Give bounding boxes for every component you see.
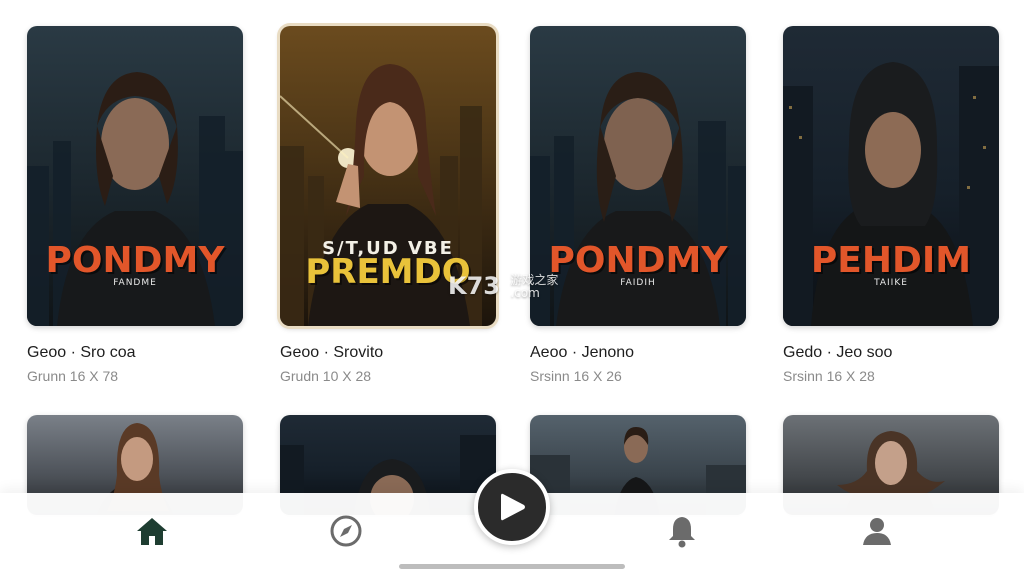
play-icon — [501, 493, 525, 521]
nav-explore[interactable] — [326, 511, 366, 551]
bell-icon — [669, 517, 695, 548]
nav-notifications[interactable] — [662, 511, 702, 551]
movie-title[interactable]: Geoo · Srovito — [280, 344, 496, 362]
home-icon — [137, 518, 167, 545]
watermark-cn: 游戏之家 — [510, 273, 559, 287]
movie-poster[interactable]: PONDMY FAIDIH — [530, 26, 746, 326]
movie-card[interactable]: PONDMY FAIDIH Aeoo · Jenono Srsinn 16 X … — [530, 26, 746, 384]
movie-card[interactable]: S/T,UD VBE PREMDO Geoo · Srovito Grudn 1… — [280, 26, 496, 384]
movie-title[interactable]: Aeoo · Jenono — [530, 344, 746, 362]
movie-poster[interactable]: PEHDIM TAIIKE — [783, 26, 999, 326]
watermark-domain: .com — [510, 286, 540, 300]
poster-title: PONDMY — [548, 240, 728, 281]
watermark-brand: K73 — [448, 272, 500, 300]
profile-icon — [863, 518, 891, 545]
movie-meta: Grunn 16 X 78 — [27, 368, 119, 384]
nav-home[interactable] — [132, 511, 172, 551]
movie-card[interactable]: PONDMY FANDME Geoo · Sro coa Grunn 16 X … — [27, 26, 243, 384]
home-indicator[interactable] — [399, 564, 625, 569]
poster-subtitle: FANDME — [113, 278, 157, 288]
movie-meta: Grudn 10 X 28 — [280, 368, 372, 384]
compass-icon — [330, 515, 362, 547]
movie-poster[interactable]: PONDMY FANDME — [27, 26, 243, 326]
movie-title[interactable]: Gedo · Jeo soo — [783, 344, 999, 362]
poster-subtitle: TAIIKE — [874, 278, 908, 288]
movie-card[interactable]: PEHDIM TAIIKE Gedo · Jeo soo Srsinn 16 X… — [783, 26, 999, 384]
watermark-logo: K73 游戏之家 .com — [448, 272, 558, 300]
movie-meta: Srsinn 16 X 26 — [530, 368, 622, 384]
poster-subtitle: FAIDIH — [620, 278, 656, 288]
poster-title: PEHDIM — [810, 240, 972, 281]
play-button[interactable] — [474, 469, 550, 545]
movie-title[interactable]: Geoo · Sro coa — [27, 344, 243, 362]
movie-meta: Srsinn 16 X 28 — [783, 368, 875, 384]
poster-title: PONDMY — [45, 240, 225, 281]
nav-profile[interactable] — [857, 511, 897, 551]
